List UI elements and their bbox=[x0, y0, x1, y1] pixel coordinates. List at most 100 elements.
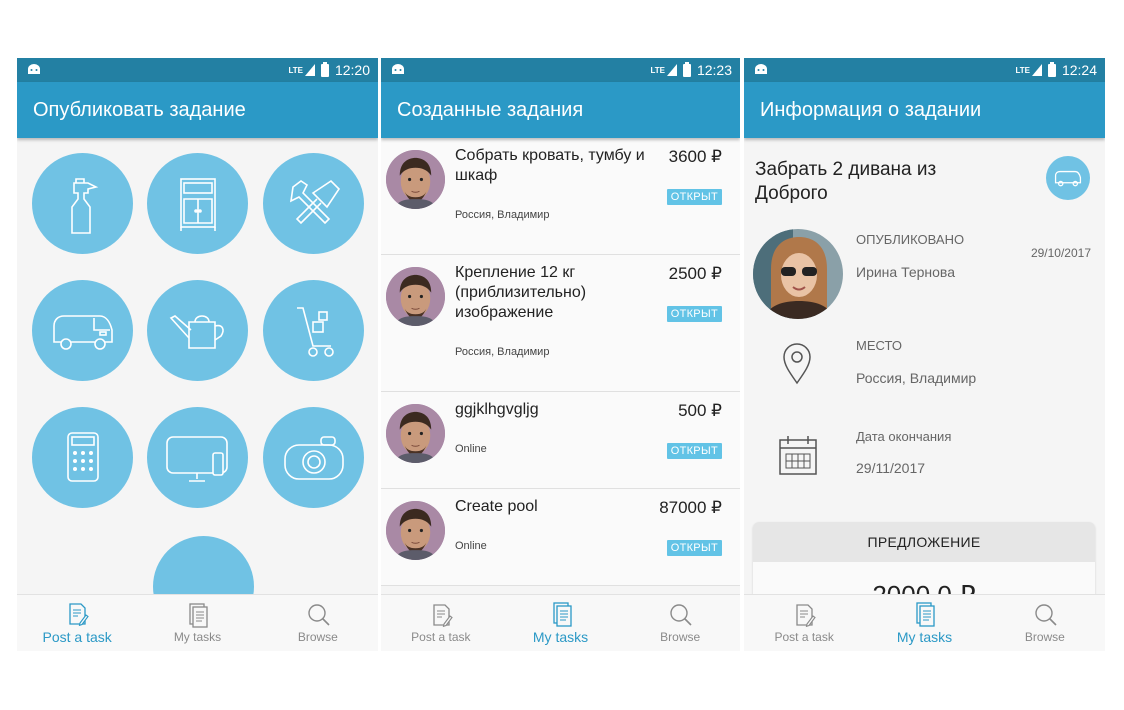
category-computers[interactable] bbox=[147, 407, 248, 508]
task-location: Online bbox=[455, 540, 487, 552]
nav-label: My tasks bbox=[896, 629, 953, 645]
calculator-icon bbox=[66, 431, 99, 482]
avatar bbox=[386, 267, 445, 326]
my-tasks-icon bbox=[189, 603, 209, 628]
task-card[interactable]: Create pool 87000 ₽ ОТКРЫТ Online bbox=[381, 489, 740, 586]
offer-card[interactable]: ПРЕДЛОЖЕНИЕ 2000,0 ₽ bbox=[753, 522, 1095, 594]
category-cleaning[interactable] bbox=[32, 153, 133, 254]
signal-icon bbox=[1031, 64, 1042, 76]
battery-icon bbox=[320, 61, 329, 77]
network-type-label: LTE bbox=[650, 65, 665, 75]
nav-my-tasks[interactable]: My tasks bbox=[501, 595, 621, 651]
network-type-label: LTE bbox=[1015, 65, 1030, 75]
van-icon bbox=[1054, 170, 1082, 187]
avatar bbox=[386, 501, 445, 560]
van-icon bbox=[52, 314, 113, 350]
watering-can-icon bbox=[169, 314, 224, 349]
post-task-icon bbox=[433, 604, 453, 627]
task-list: Собрать кровать, тумбу и шкаф 3600 ₽ ОТК… bbox=[381, 138, 740, 594]
offer-header: ПРЕДЛОЖЕНИЕ bbox=[753, 522, 1095, 562]
category-more[interactable] bbox=[153, 536, 254, 595]
more-category-icon bbox=[169, 552, 239, 596]
author-avatar bbox=[753, 229, 843, 319]
category-button[interactable] bbox=[1046, 156, 1090, 200]
task-location: Россия, Владимир bbox=[455, 209, 550, 221]
nav-label: Post a task bbox=[42, 629, 112, 645]
post-task-icon bbox=[796, 604, 816, 627]
category-furniture[interactable] bbox=[147, 153, 248, 254]
offer-amount: 2000,0 ₽ bbox=[753, 580, 1095, 594]
task-title: Create pool bbox=[455, 498, 538, 515]
my-tasks-icon bbox=[552, 602, 572, 627]
page-title: Информация о задании bbox=[744, 82, 1105, 138]
nav-post-task[interactable]: Post a task bbox=[17, 595, 137, 651]
status-badge: ОТКРЫТ bbox=[666, 540, 722, 556]
category-grid bbox=[17, 138, 378, 595]
task-title: Крепление 12 кг (приблизительно) изображ… bbox=[455, 264, 587, 321]
nav-label: Browse bbox=[1024, 630, 1065, 644]
phone-my-tasks-screen: LTE 12:23 Созданные задания Собрать кров… bbox=[381, 58, 740, 651]
task-card[interactable]: Крепление 12 кг (приблизительно) изображ… bbox=[381, 255, 740, 392]
task-price: 2500 ₽ bbox=[668, 264, 722, 283]
avatar bbox=[386, 404, 445, 463]
category-delivery[interactable] bbox=[263, 280, 364, 381]
nav-my-tasks[interactable]: My tasks bbox=[864, 595, 984, 651]
nav-label: Browse bbox=[297, 630, 338, 644]
task-title: Забрать 2 дивана из Доброго bbox=[755, 159, 937, 204]
category-garden[interactable] bbox=[147, 280, 248, 381]
nav-label: My tasks bbox=[532, 629, 589, 645]
browse-icon bbox=[1035, 604, 1057, 626]
nav-label: Browse bbox=[660, 630, 701, 644]
status-badge: ОТКРЫТ bbox=[666, 306, 722, 322]
nav-post-task[interactable]: Post a task bbox=[744, 595, 864, 651]
browse-icon bbox=[308, 604, 330, 626]
nav-my-tasks[interactable]: My tasks bbox=[137, 595, 257, 651]
phone-post-task-screen: LTE 12:20 Опубликовать задание Post a ta… bbox=[17, 58, 378, 651]
task-location: Online bbox=[455, 443, 487, 455]
calendar-icon bbox=[779, 436, 817, 475]
camera-icon bbox=[283, 435, 344, 480]
page-title: Созданные задания bbox=[381, 82, 740, 138]
nav-post-task[interactable]: Post a task bbox=[381, 595, 501, 651]
task-location: Россия, Владимир bbox=[455, 346, 550, 358]
network-type-label: LTE bbox=[288, 65, 303, 75]
task-price: 87000 ₽ bbox=[659, 498, 722, 517]
task-price: 500 ₽ bbox=[678, 401, 722, 420]
android-notification-icon bbox=[755, 64, 767, 74]
location-pin-icon bbox=[783, 343, 811, 385]
category-accounting[interactable] bbox=[32, 407, 133, 508]
deadline-value: 29/11/2017 bbox=[856, 460, 926, 476]
battery-icon bbox=[1047, 61, 1056, 77]
page-title: Опубликовать задание bbox=[17, 82, 378, 138]
nav-browse[interactable]: Browse bbox=[985, 595, 1105, 651]
place-label: МЕСТО bbox=[856, 338, 902, 353]
battery-icon bbox=[682, 61, 691, 77]
published-date: 29/10/2017 bbox=[1030, 246, 1091, 260]
post-task-icon bbox=[69, 603, 89, 626]
my-tasks-icon bbox=[916, 602, 936, 627]
bottom-navigation: Post a task My tasks Browse bbox=[17, 594, 378, 651]
status-bar: LTE 12:23 bbox=[381, 58, 740, 82]
status-time: 12:23 bbox=[696, 62, 732, 78]
nav-label: Post a task bbox=[774, 630, 834, 644]
task-details: Забрать 2 дивана из Доброго ОПУБЛИКОВАНО… bbox=[744, 138, 1105, 594]
status-time: 12:24 bbox=[1061, 62, 1097, 78]
status-badge: ОТКРЫТ bbox=[666, 189, 722, 205]
status-bar: LTE 12:24 bbox=[744, 58, 1105, 82]
nav-browse[interactable]: Browse bbox=[620, 595, 740, 651]
category-moving[interactable] bbox=[32, 280, 133, 381]
android-notification-icon bbox=[392, 64, 404, 74]
published-label: ОПУБЛИКОВАНО bbox=[856, 232, 965, 247]
hand-cart-icon bbox=[296, 306, 334, 357]
category-repair[interactable] bbox=[263, 153, 364, 254]
signal-icon bbox=[304, 64, 315, 76]
category-photo[interactable] bbox=[263, 407, 364, 508]
status-time: 12:20 bbox=[334, 62, 370, 78]
bottom-navigation: Post a task My tasks Browse bbox=[744, 594, 1105, 651]
nav-browse[interactable]: Browse bbox=[258, 595, 378, 651]
android-notification-icon bbox=[28, 64, 40, 74]
task-card[interactable]: ggjklhgvgljg 500 ₽ ОТКРЫТ Online bbox=[381, 392, 740, 489]
task-card[interactable]: Собрать кровать, тумбу и шкаф 3600 ₽ ОТК… bbox=[381, 138, 740, 255]
nav-label: Post a task bbox=[411, 630, 471, 644]
status-bar: LTE 12:20 bbox=[17, 58, 378, 82]
